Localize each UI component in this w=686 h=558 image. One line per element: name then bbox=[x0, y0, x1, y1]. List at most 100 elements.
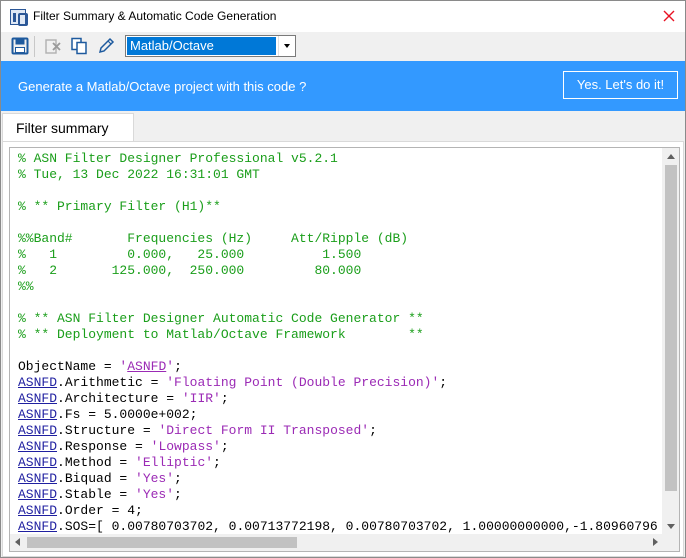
toolbar: Matlab/Octave bbox=[1, 32, 685, 61]
code-segment: .Order = 4; bbox=[57, 503, 143, 518]
code-identifier-link[interactable]: ASNFD bbox=[18, 455, 57, 470]
code-segment: .Stable = bbox=[57, 487, 136, 502]
scroll-up-arrow-icon[interactable] bbox=[667, 154, 675, 159]
code-identifier-link[interactable]: ASNFD bbox=[18, 391, 57, 406]
code-line: ObjectName = 'ASNFD'; bbox=[18, 359, 663, 375]
code-segment: .Method = bbox=[57, 455, 136, 470]
code-line: % Tue, 13 Dec 2022 16:31:01 GMT bbox=[18, 167, 663, 183]
code-line: ASNFD.Fs = 5.0000e+002; bbox=[18, 407, 663, 423]
generate-project-button[interactable]: Yes. Let's do it! bbox=[563, 71, 678, 99]
close-button[interactable] bbox=[653, 1, 685, 32]
code-segment: %%Band# Frequencies (Hz) Att/Ripple (dB) bbox=[18, 231, 409, 246]
code-segment: % 2 125.000, 250.000 80.000 bbox=[18, 263, 362, 278]
code-segment: 'IIR' bbox=[181, 391, 221, 406]
code-segment: 'Yes' bbox=[135, 487, 175, 502]
code-segment: % Tue, 13 Dec 2022 16:31:01 GMT bbox=[18, 167, 260, 182]
window-title: Filter Summary & Automatic Code Generati… bbox=[33, 9, 277, 23]
code-line: % ** Deployment to Matlab/Octave Framewo… bbox=[18, 327, 663, 343]
code-line: ASNFD.SOS=[ 0.00780703702, 0.00713772198… bbox=[18, 519, 663, 535]
code-segment: .Fs = 5.0000e+002; bbox=[57, 407, 198, 422]
code-identifier-link[interactable]: ASNFD bbox=[18, 375, 57, 390]
close-icon bbox=[663, 10, 675, 22]
code-segment: ' bbox=[166, 359, 175, 374]
code-segment: 'Direct Form II Transposed' bbox=[158, 423, 370, 438]
code-line: % ** Primary Filter (H1)** bbox=[18, 199, 663, 215]
code-line: %% bbox=[18, 279, 663, 295]
code-segment: .Response = bbox=[57, 439, 151, 454]
code-line: ASNFD.Structure = 'Direct Form II Transp… bbox=[18, 423, 663, 439]
scroll-left-arrow-icon[interactable] bbox=[15, 538, 20, 546]
code-identifier-link[interactable]: ASNFD bbox=[18, 519, 57, 534]
tab-filter-summary[interactable]: Filter summary bbox=[2, 113, 134, 142]
edit-icon[interactable] bbox=[97, 37, 115, 55]
code-line: % 2 125.000, 250.000 80.000 bbox=[18, 263, 663, 279]
code-generation-window: Filter Summary & Automatic Code Generati… bbox=[0, 0, 686, 558]
code-segment: ; bbox=[439, 375, 448, 390]
code-line: ASNFD.Arithmetic = 'Floating Point (Doub… bbox=[18, 375, 663, 391]
code-segment: .Arithmetic = bbox=[57, 375, 167, 390]
tab-label: Filter summary bbox=[16, 120, 109, 136]
code-line: ASNFD.Biquad = 'Yes'; bbox=[18, 471, 663, 487]
tab-panel: % ASN Filter Designer Professional v5.2.… bbox=[2, 141, 684, 557]
code-segment: ; bbox=[220, 391, 229, 406]
code-identifier-link[interactable]: ASNFD bbox=[127, 359, 166, 374]
code-segment: 'Lowpass' bbox=[150, 439, 221, 454]
code-segment: % ** Primary Filter (H1)** bbox=[18, 199, 221, 214]
code-segment: ; bbox=[369, 423, 377, 438]
horizontal-scroll-thumb[interactable] bbox=[27, 537, 297, 548]
code-line: ASNFD.Order = 4; bbox=[18, 503, 663, 519]
code-line: ASNFD.Method = 'Elliptic'; bbox=[18, 455, 663, 471]
copy-icon[interactable] bbox=[70, 37, 88, 55]
code-segment: 'Yes' bbox=[135, 471, 175, 486]
scroll-right-arrow-icon[interactable] bbox=[653, 538, 658, 546]
code-identifier-link[interactable]: ASNFD bbox=[18, 423, 57, 438]
code-identifier-link[interactable]: ASNFD bbox=[18, 471, 57, 486]
scroll-down-arrow-icon[interactable] bbox=[667, 524, 675, 529]
code-editor[interactable]: % ASN Filter Designer Professional v5.2.… bbox=[9, 147, 680, 552]
code-segment: ; bbox=[174, 359, 182, 374]
clear-icon[interactable] bbox=[44, 37, 62, 55]
code-segment: % ** Deployment to Matlab/Octave Framewo… bbox=[18, 327, 424, 342]
code-segment: % 1 0.000, 25.000 1.500 bbox=[18, 247, 362, 262]
code-line: % ASN Filter Designer Professional v5.2.… bbox=[18, 151, 663, 167]
vertical-scrollbar[interactable] bbox=[662, 148, 679, 535]
code-identifier-link[interactable]: ASNFD bbox=[18, 407, 57, 422]
code-segment: % ** ASN Filter Designer Automatic Code … bbox=[18, 311, 424, 326]
code-line: ASNFD.Response = 'Lowpass'; bbox=[18, 439, 663, 455]
code-segment: .SOS=[ 0.00780703702, 0.00713772198, 0.0… bbox=[57, 519, 658, 534]
code-segment: ; bbox=[213, 455, 221, 470]
code-line: ASNFD.Stable = 'Yes'; bbox=[18, 487, 663, 503]
code-identifier-link[interactable]: ASNFD bbox=[18, 503, 57, 518]
scrollbar-corner bbox=[662, 534, 679, 551]
chevron-down-icon[interactable] bbox=[278, 36, 295, 56]
generate-project-banner: Generate a Matlab/Octave project with th… bbox=[1, 61, 685, 111]
code-identifier-link[interactable]: ASNFD bbox=[18, 439, 57, 454]
code-segment: % ASN Filter Designer Professional v5.2.… bbox=[18, 151, 338, 166]
horizontal-scrollbar[interactable] bbox=[10, 534, 663, 551]
code-line: % 1 0.000, 25.000 1.500 bbox=[18, 247, 663, 263]
code-segment: 'Floating Point (Double Precision)' bbox=[166, 375, 440, 390]
vertical-scroll-thumb[interactable] bbox=[665, 165, 677, 491]
code-segment: .Architecture = bbox=[57, 391, 182, 406]
title-bar[interactable]: Filter Summary & Automatic Code Generati… bbox=[1, 1, 685, 32]
banner-text: Generate a Matlab/Octave project with th… bbox=[18, 79, 307, 94]
save-icon[interactable] bbox=[11, 37, 29, 55]
code-identifier-link[interactable]: ASNFD bbox=[18, 487, 57, 502]
language-select-value: Matlab/Octave bbox=[127, 37, 276, 55]
code-segment: .Biquad = bbox=[57, 471, 136, 486]
code-line: % ** ASN Filter Designer Automatic Code … bbox=[18, 311, 663, 327]
code-segment: %% bbox=[18, 279, 34, 294]
code-text[interactable]: % ASN Filter Designer Professional v5.2.… bbox=[18, 151, 663, 536]
code-line: %%Band# Frequencies (Hz) Att/Ripple (dB) bbox=[18, 231, 663, 247]
language-select[interactable]: Matlab/Octave bbox=[125, 35, 296, 57]
code-segment: 'Elliptic' bbox=[135, 455, 214, 470]
code-segment: .Structure = bbox=[57, 423, 159, 438]
toolbar-separator bbox=[34, 36, 35, 57]
code-segment: ; bbox=[174, 487, 182, 502]
code-segment: ObjectName = bbox=[18, 359, 120, 374]
code-line: ASNFD.Architecture = 'IIR'; bbox=[18, 391, 663, 407]
